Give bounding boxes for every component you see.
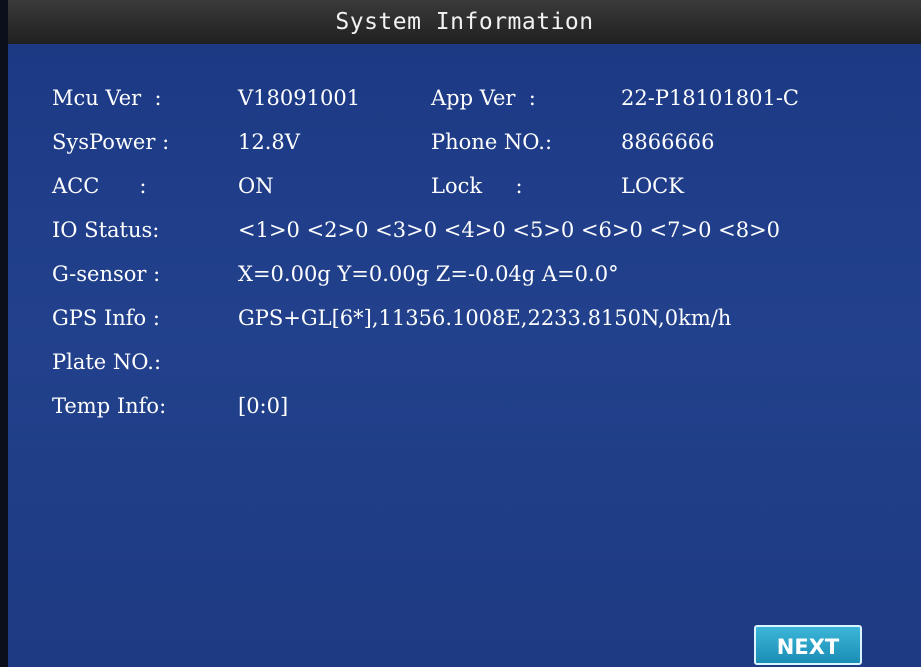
system-info-screen: System Information Mcu Ver : V18091001 A… [8, 0, 921, 667]
lock-label: Lock : [431, 174, 523, 198]
acc-value: ON [238, 174, 274, 198]
page-title: System Information [335, 9, 594, 35]
temp-info-label: Temp Info: [52, 394, 167, 418]
temp-info-value: [0:0] [238, 394, 289, 418]
mcu-version-label: Mcu Ver : [52, 86, 162, 110]
info-row-plate: Plate NO.: [52, 342, 161, 382]
info-row-io-status: IO Status: <1>0 <2>0 <3>0 <4>0 <5>0 <6>0… [52, 210, 780, 250]
mcu-version-value: V18091001 [238, 86, 361, 110]
info-row-temp: Temp Info: [0:0] [52, 386, 288, 426]
g-sensor-value: X=0.00g Y=0.00g Z=-0.04g A=0.0° [238, 262, 619, 286]
info-row-acc: ACC : ON Lock : LOCK [52, 166, 684, 206]
io-status-label: IO Status: [52, 218, 160, 242]
app-version-label: App Ver : [431, 86, 536, 110]
gps-info-value: GPS+GL[6*],11356.1008E,2233.8150N,0km/h [238, 306, 732, 330]
acc-label: ACC : [52, 174, 147, 198]
plate-number-label: Plate NO.: [52, 350, 162, 374]
phone-number-label: Phone NO.: [431, 130, 553, 154]
info-row-mcu-version: Mcu Ver : V18091001 App Ver : 22-P181018… [52, 78, 799, 118]
next-button[interactable]: NEXT [754, 625, 862, 665]
sys-power-label: SysPower : [52, 130, 170, 154]
phone-number-value: 8866666 [621, 130, 715, 154]
info-row-sys-power: SysPower : 12.8V Phone NO.: 8866666 [52, 122, 715, 162]
gps-info-label: GPS Info : [52, 306, 160, 330]
screen-bezel [0, 0, 8, 667]
info-row-g-sensor: G-sensor : X=0.00g Y=0.00g Z=-0.04g A=0.… [52, 254, 619, 294]
sys-power-value: 12.8V [238, 130, 300, 154]
title-bar: System Information [8, 0, 921, 44]
g-sensor-label: G-sensor : [52, 262, 161, 286]
info-row-gps: GPS Info : GPS+GL[6*],11356.1008E,2233.8… [52, 298, 731, 338]
lock-value: LOCK [621, 174, 684, 198]
app-version-value: 22-P18101801-C [621, 86, 799, 110]
io-status-value: <1>0 <2>0 <3>0 <4>0 <5>0 <6>0 <7>0 <8>0 [238, 218, 781, 242]
